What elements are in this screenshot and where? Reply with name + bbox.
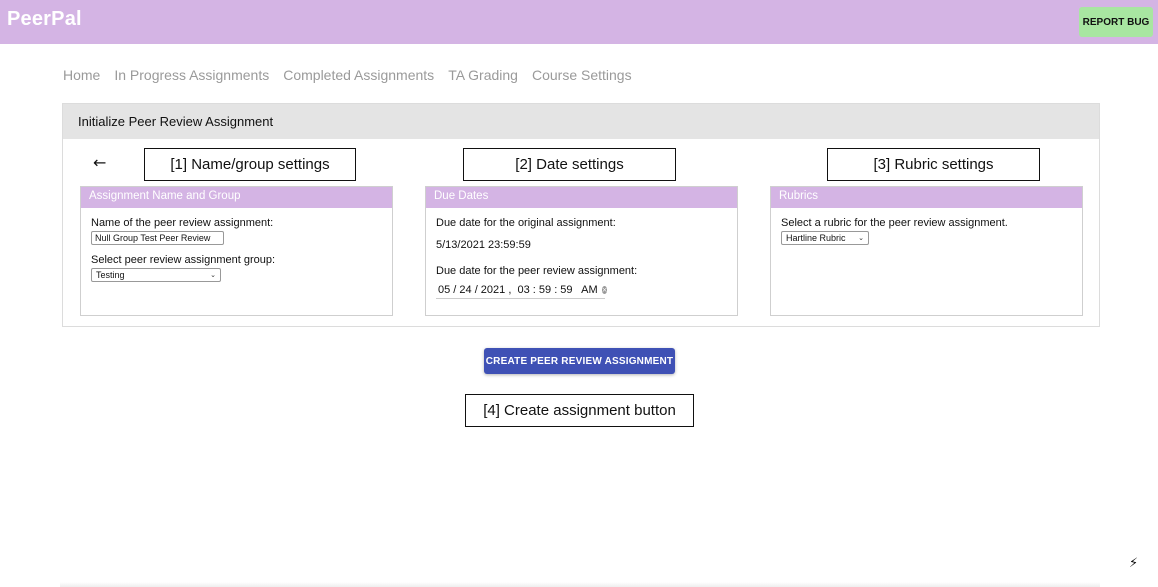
bottom-divider <box>60 582 1100 587</box>
callout-rubric: [3] Rubric settings <box>827 148 1040 181</box>
group-select-value: Testing <box>96 270 125 280</box>
group-select[interactable]: Testing ⌄ <box>91 268 221 282</box>
app-brand[interactable]: PeerPal <box>7 8 82 31</box>
init-assignment-panel: Initialize Peer Review Assignment ← [1] … <box>62 103 1100 327</box>
card-header: Assignment Name and Group <box>81 187 392 208</box>
assignment-name-input[interactable] <box>91 231 224 245</box>
peer-due-label: Due date for the peer review assignment: <box>436 265 638 277</box>
callout-dates: [2] Date settings <box>463 148 676 181</box>
nav-ta-grading[interactable]: TA Grading <box>448 67 518 85</box>
main-nav: Home In Progress Assignments Completed A… <box>63 67 632 85</box>
group-select-label: Select peer review assignment group: <box>91 254 276 266</box>
nav-home[interactable]: Home <box>63 67 100 85</box>
report-bug-button[interactable]: REPORT BUG <box>1079 7 1153 37</box>
rubrics-card: Rubrics Select a rubric for the peer rev… <box>770 186 1083 316</box>
peer-due-datetime-input[interactable]: 05 / 24 / 2021 , 03 : 59 : 59 AM × <box>436 281 608 299</box>
clear-icon[interactable]: × <box>601 285 608 294</box>
panel-header: Initialize Peer Review Assignment <box>63 104 1099 139</box>
card-header: Rubrics <box>771 187 1082 208</box>
rubric-select[interactable]: Hartline Rubric ⌄ <box>781 231 869 245</box>
nav-in-progress[interactable]: In Progress Assignments <box>114 67 269 85</box>
bolt-icon[interactable]: ⚡︎ <box>1129 556 1138 571</box>
nav-course-settings[interactable]: Course Settings <box>532 67 632 85</box>
callout-name-group: [1] Name/group settings <box>144 148 356 181</box>
chevron-down-icon: ⌄ <box>858 235 864 242</box>
panel-title: Initialize Peer Review Assignment <box>78 114 274 129</box>
arrow-left-icon[interactable]: ← <box>93 153 106 172</box>
due-dates-card: Due Dates Due date for the original assi… <box>425 186 738 316</box>
chevron-down-icon: ⌄ <box>210 272 216 279</box>
create-assignment-button[interactable]: CREATE PEER REVIEW ASSIGNMENT <box>484 348 675 374</box>
rubric-select-value: Hartline Rubric <box>786 233 846 243</box>
nav-completed[interactable]: Completed Assignments <box>283 67 434 85</box>
callout-create: [4] Create assignment button <box>465 394 694 427</box>
name-group-card: Assignment Name and Group Name of the pe… <box>80 186 393 316</box>
card-header: Due Dates <box>426 187 737 208</box>
peer-due-value: 05 / 24 / 2021 , 03 : 59 : 59 AM <box>438 283 598 296</box>
rubric-select-label: Select a rubric for the peer review assi… <box>781 217 1008 229</box>
original-due-label: Due date for the original assignment: <box>436 217 616 229</box>
assignment-name-label: Name of the peer review assignment: <box>91 217 274 229</box>
original-due-value: 5/13/2021 23:59:59 <box>436 239 531 251</box>
top-app-bar: PeerPal REPORT BUG <box>0 0 1158 44</box>
